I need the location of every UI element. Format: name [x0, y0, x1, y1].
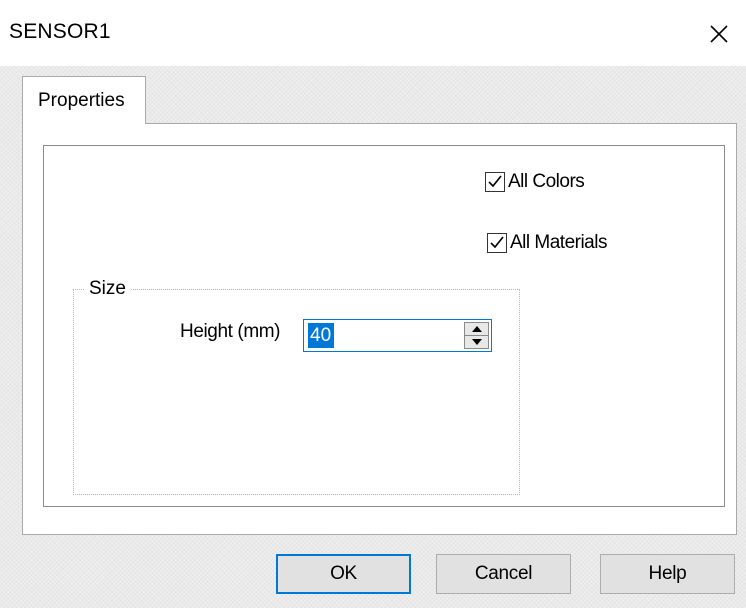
close-button[interactable]: [700, 14, 738, 52]
all-materials-checkbox[interactable]: [487, 233, 507, 253]
height-spin-buttons[interactable]: [464, 322, 489, 349]
properties-frame: All Colors All Materials Size Height (mm…: [43, 145, 725, 507]
checkmark-icon: [490, 236, 504, 249]
height-spinbox[interactable]: 40: [303, 319, 492, 352]
checkmark-icon: [488, 175, 502, 188]
close-icon: [710, 25, 728, 43]
cancel-button-label: Cancel: [474, 563, 533, 584]
help-button-label: Help: [648, 563, 687, 584]
window-title: SENSOR1: [9, 20, 111, 43]
size-groupbox: Size Height (mm) 40: [73, 278, 520, 495]
dialog-body: Properties All Colors All Materials Size…: [0, 66, 746, 608]
spin-up-button[interactable]: [465, 323, 488, 336]
tab-properties[interactable]: Properties: [22, 76, 146, 124]
help-button[interactable]: Help: [600, 554, 735, 594]
triangle-up-icon: [471, 326, 482, 332]
all-colors-option[interactable]: All Colors: [485, 171, 585, 193]
height-label: Height (mm): [180, 321, 281, 342]
tab-label: Properties: [38, 90, 125, 111]
tab-panel: All Colors All Materials Size Height (mm…: [22, 123, 737, 535]
triangle-down-icon: [471, 339, 482, 345]
all-colors-checkbox[interactable]: [485, 172, 505, 192]
title-bar: SENSOR1: [0, 0, 746, 66]
cancel-button[interactable]: Cancel: [436, 554, 571, 594]
size-group-legend: Size: [84, 278, 130, 300]
all-materials-option[interactable]: All Materials: [487, 232, 607, 254]
all-materials-label: All Materials: [510, 232, 607, 253]
ok-button-label: OK: [330, 563, 357, 584]
all-colors-label: All Colors: [508, 171, 585, 192]
height-input[interactable]: 40: [308, 323, 335, 348]
ok-button[interactable]: OK: [276, 554, 411, 594]
spin-down-button[interactable]: [465, 336, 488, 348]
